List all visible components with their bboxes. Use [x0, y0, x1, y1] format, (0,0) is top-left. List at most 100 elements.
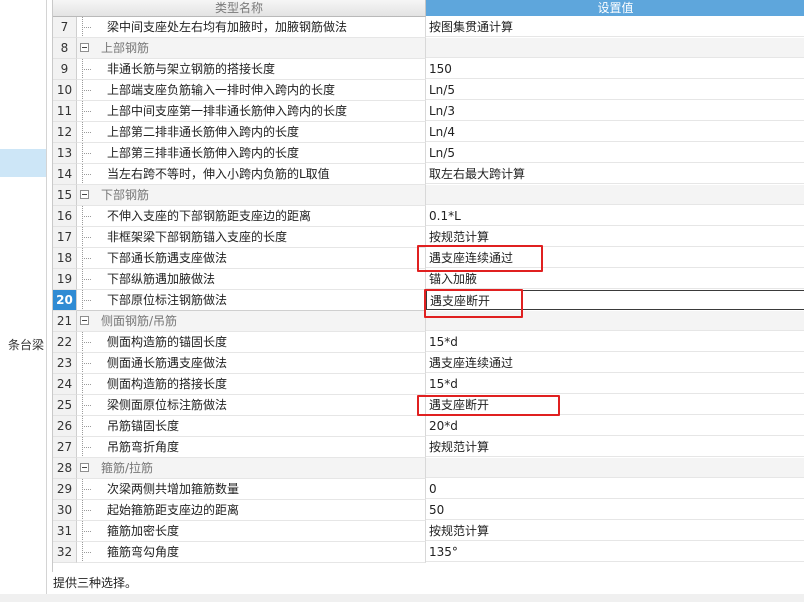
row-name-cell[interactable]: 上部中间支座第一排非通长筋伸入跨内的长度 — [77, 101, 426, 122]
row-name-cell[interactable]: 上部钢筋 — [77, 38, 426, 59]
row-number[interactable]: 18 — [53, 248, 77, 269]
group-row[interactable]: 8 上部钢筋 — [53, 38, 804, 59]
row-number[interactable]: 10 — [53, 80, 77, 101]
table-row[interactable]: 24 侧面构造筋的搭接长度 15*d — [53, 374, 804, 395]
row-name-cell[interactable]: 吊筋弯折角度 — [77, 437, 426, 458]
row-name-cell[interactable]: 当左右跨不等时，伸入小跨内负筋的L取值 — [77, 164, 426, 185]
row-value-cell[interactable]: Ln/3 — [426, 101, 804, 121]
row-name-cell[interactable]: 侧面钢筋/吊筋 — [77, 311, 426, 332]
table-row[interactable]: 10 上部端支座负筋输入一排时伸入跨内的长度 Ln/5 — [53, 80, 804, 101]
row-name-cell[interactable]: 梁侧面原位标注筋做法 — [77, 395, 426, 416]
table-row[interactable]: 7 梁中间支座处左右均有加腋时，加腋钢筋做法 按图集贯通计算 — [53, 17, 804, 38]
row-value-cell[interactable]: 135° — [426, 542, 804, 562]
table-row[interactable]: 12 上部第二排非通长筋伸入跨内的长度 Ln/4 — [53, 122, 804, 143]
table-row[interactable]: 31 箍筋加密长度 按规范计算 — [53, 521, 804, 542]
row-value-cell[interactable]: Ln/5 — [426, 80, 804, 100]
collapse-toggle-icon[interactable] — [80, 316, 89, 325]
row-name-cell[interactable]: 箍筋加密长度 — [77, 521, 426, 542]
header-setting-value[interactable]: 设置值 — [426, 0, 804, 16]
table-row[interactable]: 9 非通长筋与架立钢筋的搭接长度 150 — [53, 59, 804, 80]
row-value-cell[interactable] — [426, 458, 804, 478]
row-value-cell[interactable]: 0 — [426, 479, 804, 499]
row-name-cell[interactable]: 侧面构造筋的搭接长度 — [77, 374, 426, 395]
row-number[interactable]: 14 — [53, 164, 77, 185]
row-value-cell[interactable]: 15*d — [426, 374, 804, 394]
row-name-cell[interactable]: 上部端支座负筋输入一排时伸入跨内的长度 — [77, 80, 426, 101]
row-value-cell[interactable]: Ln/5 — [426, 143, 804, 163]
row-value-cell[interactable]: 按图集贯通计算 — [426, 17, 804, 37]
row-value-cell[interactable]: 按规范计算 — [426, 521, 804, 541]
row-number[interactable]: 9 — [53, 59, 77, 80]
row-value-cell[interactable]: 50 — [426, 500, 804, 520]
row-number[interactable]: 11 — [53, 101, 77, 122]
table-row[interactable]: 23 侧面通长筋遇支座做法 遇支座连续通过 — [53, 353, 804, 374]
row-name-cell[interactable]: 侧面构造筋的锚固长度 — [77, 332, 426, 353]
collapse-toggle-icon[interactable] — [80, 463, 89, 472]
row-name-cell[interactable]: 侧面通长筋遇支座做法 — [77, 353, 426, 374]
row-value-cell[interactable]: Ln/4 — [426, 122, 804, 142]
row-number[interactable]: 25 — [53, 395, 77, 416]
row-value-cell[interactable]: 按规范计算 — [426, 227, 804, 247]
row-name-cell[interactable]: 箍筋弯勾角度 — [77, 542, 426, 563]
collapse-toggle-icon[interactable] — [80, 43, 89, 52]
row-number[interactable]: 16 — [53, 206, 77, 227]
row-value-cell[interactable]: 150 — [426, 59, 804, 79]
row-number[interactable]: 15 — [53, 185, 77, 206]
row-number[interactable]: 21 — [53, 311, 77, 332]
row-name-cell[interactable]: 吊筋锚固长度 — [77, 416, 426, 437]
row-number[interactable]: 12 — [53, 122, 77, 143]
left-tree-selected-item[interactable] — [0, 149, 46, 177]
row-number[interactable]: 20 — [53, 290, 77, 311]
table-row[interactable]: 19 下部纵筋遇加腋做法 锚入加腋 — [53, 269, 804, 290]
group-row[interactable]: 15 下部钢筋 — [53, 185, 804, 206]
row-number[interactable]: 26 — [53, 416, 77, 437]
settings-grid[interactable]: 类型名称 设置值 7 梁中间支座处左右均有加腋时，加腋钢筋做法 按图集贯通计算 8 上部… — [52, 0, 804, 572]
row-name-cell[interactable]: 下部通长筋遇支座做法 — [77, 248, 426, 269]
row-number[interactable]: 19 — [53, 269, 77, 290]
row-name-cell[interactable]: 非框架梁下部钢筋锚入支座的长度 — [77, 227, 426, 248]
left-tree-panel[interactable]: 条台梁 — [0, 0, 47, 594]
row-name-cell[interactable]: 次梁两侧共增加箍筋数量 — [77, 479, 426, 500]
table-row[interactable]: 16 不伸入支座的下部钢筋距支座边的距离 0.1*L — [53, 206, 804, 227]
row-value-cell[interactable]: 锚入加腋 — [426, 269, 804, 289]
row-value-cell[interactable]: 按规范计算 — [426, 437, 804, 457]
table-row[interactable]: 14 当左右跨不等时，伸入小跨内负筋的L取值 取左右最大跨计算 — [53, 164, 804, 185]
row-number[interactable]: 29 — [53, 479, 77, 500]
row-number[interactable]: 13 — [53, 143, 77, 164]
row-value-cell[interactable]: 取左右最大跨计算 — [426, 164, 804, 184]
table-row[interactable]: 13 上部第三排非通长筋伸入跨内的长度 Ln/5 — [53, 143, 804, 164]
row-name-cell[interactable]: 不伸入支座的下部钢筋距支座边的距离 — [77, 206, 426, 227]
table-row[interactable]: 32 箍筋弯勾角度 135° — [53, 542, 804, 563]
row-value-cell[interactable]: 0.1*L — [426, 206, 804, 226]
row-name-cell[interactable]: 上部第三排非通长筋伸入跨内的长度 — [77, 143, 426, 164]
row-value-cell[interactable] — [426, 185, 804, 205]
row-number[interactable]: 32 — [53, 542, 77, 563]
table-row[interactable]: 22 侧面构造筋的锚固长度 15*d — [53, 332, 804, 353]
row-number[interactable]: 22 — [53, 332, 77, 353]
row-name-cell[interactable]: 起始箍筋距支座边的距离 — [77, 500, 426, 521]
row-number[interactable]: 30 — [53, 500, 77, 521]
row-value-cell[interactable]: 20*d — [426, 416, 804, 436]
row-number[interactable]: 23 — [53, 353, 77, 374]
row-number[interactable]: 27 — [53, 437, 77, 458]
header-type-name[interactable]: 类型名称 — [53, 0, 426, 17]
table-row[interactable]: 27 吊筋弯折角度 按规范计算 — [53, 437, 804, 458]
row-value-cell[interactable]: 15*d — [426, 332, 804, 352]
row-value-cell[interactable]: 遇支座连续通过 — [426, 353, 804, 373]
row-name-cell[interactable]: 梁中间支座处左右均有加腋时，加腋钢筋做法 — [77, 17, 426, 38]
table-row[interactable]: 11 上部中间支座第一排非通长筋伸入跨内的长度 Ln/3 — [53, 101, 804, 122]
row-number[interactable]: 28 — [53, 458, 77, 479]
collapse-toggle-icon[interactable] — [80, 190, 89, 199]
left-tree-item-partial[interactable]: 条台梁 — [0, 333, 46, 353]
table-row[interactable]: 30 起始箍筋距支座边的距离 50 — [53, 500, 804, 521]
row-name-cell[interactable]: 非通长筋与架立钢筋的搭接长度 — [77, 59, 426, 80]
row-name-cell[interactable]: 箍筋/拉筋 — [77, 458, 426, 479]
row-name-cell[interactable]: 下部纵筋遇加腋做法 — [77, 269, 426, 290]
row-value-cell[interactable] — [426, 38, 804, 58]
row-number[interactable]: 8 — [53, 38, 77, 59]
row-name-cell[interactable]: 上部第二排非通长筋伸入跨内的长度 — [77, 122, 426, 143]
group-row[interactable]: 28 箍筋/拉筋 — [53, 458, 804, 479]
table-row[interactable]: 29 次梁两侧共增加箍筋数量 0 — [53, 479, 804, 500]
row-number[interactable]: 24 — [53, 374, 77, 395]
table-row[interactable]: 26 吊筋锚固长度 20*d — [53, 416, 804, 437]
